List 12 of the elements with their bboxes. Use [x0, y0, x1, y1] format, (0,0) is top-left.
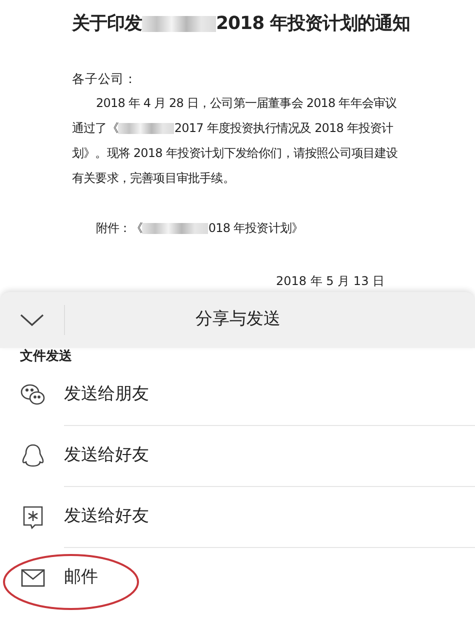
penguin-icon	[20, 443, 46, 469]
attachment-line: 附件：《 018 年投资计划》	[95, 220, 304, 237]
share-option[interactable]: 发送给好友	[0, 487, 475, 547]
section-label: 文件发送	[20, 349, 72, 365]
document-paragraph: 2018 年 4 月 28 日，公司第一届董事会 2018 年年会审议通过了《 2017 年度投资执行情况及 2018 年投资计划》。现将 2018 年投资计划下发给你们，请按照公司项目建设有关要求，完善项目审批手续。	[72, 95, 399, 187]
salutation: 各子公司：	[72, 70, 138, 88]
share-option[interactable]: 发送给好友	[0, 426, 475, 486]
document-date: 2018 年 5 月 13 日	[276, 273, 386, 289]
sheet-title: 分享与发送	[194, 308, 282, 332]
share-option[interactable]: 发送给朋友	[0, 365, 475, 425]
document-title: 关于印发 2018 年投资计划的通知	[72, 12, 410, 36]
share-option[interactable]: 邮件	[0, 548, 475, 608]
